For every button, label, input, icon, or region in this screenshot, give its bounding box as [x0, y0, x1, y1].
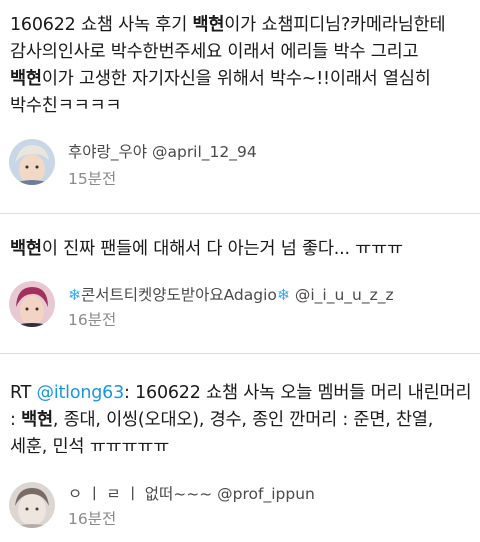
avatar[interactable]: [9, 139, 55, 185]
avatar[interactable]: [9, 281, 55, 327]
tweet-3-author[interactable]: ㅇ ㅣ ㄹ ㅣ 없떠~~~ @prof_ippun: [68, 482, 315, 504]
avatar-image: [9, 281, 55, 327]
tweet-1-author[interactable]: 후야랑_우야 @april_12_94: [68, 140, 257, 162]
tweet-2-author-handle: @i_i_u_u_z_z: [294, 286, 394, 304]
tweet-3[interactable]: RT @itlong63: 160622 쇼챔 사녹 오늘 멤버들 머리 내린머…: [0, 354, 480, 542]
tweet-2-author-name: 콘서트티켓양도받아요Adagio: [81, 286, 277, 304]
tweet-1[interactable]: 160622 쇼챔 사녹 후기 백현이가 쇼챔피디님?카메라님한테 감사의인사로…: [0, 0, 480, 210]
avatar-image: [9, 139, 55, 185]
tweet-2-text-1: 이 진짜 팬들에 대해서 다 아는거 넘 좋다... ㅠㅠㅠ: [41, 239, 403, 259]
tweet-2[interactable]: 백현이 진짜 팬들에 대해서 다 아는거 넘 좋다... ㅠㅠㅠ ❄콘서트티켓양…: [0, 214, 480, 344]
tweet-3-text-1: RT: [10, 383, 37, 403]
mention-link[interactable]: @itlong63: [37, 383, 125, 403]
snowflake-icon: ❄: [276, 286, 290, 304]
tweet-2-bold-1: 백현: [10, 239, 42, 259]
snowflake-icon: ❄: [68, 286, 81, 304]
avatar-image: [9, 482, 55, 528]
avatar[interactable]: [9, 482, 55, 528]
tweet-1-body: 160622 쇼챔 사녹 후기 백현이가 쇼챔피디님?카메라님한테 감사의인사로…: [10, 12, 472, 120]
tweet-1-bold-2: 백현: [10, 69, 42, 89]
tweet-3-bold-1: 백현: [21, 410, 53, 430]
tweet-3-body: RT @itlong63: 160622 쇼챔 사녹 오늘 멤버들 머리 내린머…: [10, 380, 472, 461]
tweet-1-timestamp: 15분전: [68, 170, 117, 188]
tweet-3-text-3: , 종대, 이씽(오대오), 경수, 종인 깐머리 : 준면, 찬열, 세훈, …: [10, 410, 434, 457]
tweet-1-text-3: 이가 고생한 자기자신을 위해서 박수~!!이래서 열심히 박수친ㅋㅋㅋㅋ: [10, 69, 431, 116]
tweet-1-text-1: 160622 쇼챔 사녹 후기: [10, 15, 193, 35]
tweet-3-timestamp: 16분전: [68, 510, 117, 528]
tweet-2-body: 백현이 진짜 팬들에 대해서 다 아는거 넘 좋다... ㅠㅠㅠ: [10, 236, 472, 263]
tweet-2-timestamp: 16분전: [68, 311, 117, 329]
tweet-2-author[interactable]: ❄콘서트티켓양도받아요Adagio❄ @i_i_u_u_z_z: [68, 283, 394, 305]
tweet-1-bold-1: 백현: [192, 15, 225, 35]
